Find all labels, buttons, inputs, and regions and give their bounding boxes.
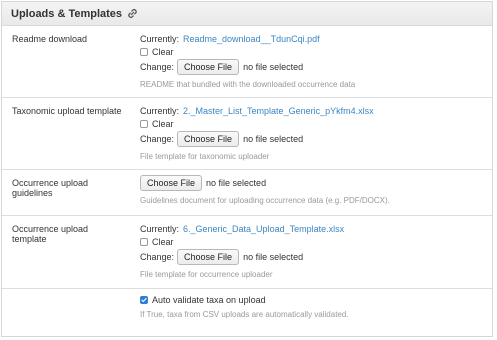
change-line: Change: Choose File no file selected [140,130,486,148]
change-label: Change: [140,62,175,72]
row-readme-download: Readme download Currently: Readme_downlo… [2,26,492,98]
currently-label: Currently: [140,33,180,44]
row-occurrence-upload-template: Occurrence upload template Currently: 6.… [2,216,492,289]
choose-file-button[interactable]: Choose File [177,59,240,75]
choose-file-button[interactable]: Choose File [177,249,240,265]
clear-line: Clear [140,45,486,58]
auto-validate-label: Auto validate taxa on upload [152,294,266,305]
uploads-templates-panel: Uploads & Templates Readme download Curr… [1,1,493,337]
change-label: Change: [140,252,175,262]
auto-validate-checkbox[interactable] [140,295,148,304]
help-text: If True, taxa from CSV uploads are autom… [140,310,349,319]
help-text: File template for occurrence uploader [140,270,273,279]
current-file-link[interactable]: 6._Generic_Data_Upload_Template.xlsx [183,224,344,234]
choose-file-button[interactable]: Choose File [177,131,240,147]
occurrence-template-field: Currently: 6._Generic_Data_Upload_Templa… [140,222,486,281]
currently-label: Currently: [140,105,180,116]
change-line: Change: Choose File no file selected [140,248,486,266]
clear-line: Clear [140,235,486,248]
clear-line: Clear [140,117,486,130]
help-text: Guidelines document for uploading occurr… [140,196,390,205]
no-file-text: no file selected [243,134,304,144]
help-text: File template for taxonomic uploader [140,152,270,161]
clear-checkbox[interactable] [140,47,148,56]
panel-title: Uploads & Templates [11,7,123,20]
auto-validate-line: Auto validate taxa on upload [140,293,486,306]
row-taxonomic-upload-template: Taxonomic upload template Currently: 2._… [2,98,492,170]
clear-label: Clear [152,46,174,57]
field-label: Occurrence upload guidelines [12,178,89,198]
field-label: Readme download [12,34,88,44]
no-file-text: no file selected [206,178,267,188]
readme-file-field: Currently: Readme_download__TdunCqi.pdf … [140,32,486,91]
row-occurrence-upload-guidelines: Occurrence upload guidelines Choose File… [2,170,492,216]
clear-label: Clear [152,236,174,247]
clear-checkbox[interactable] [140,237,148,246]
currently-line: Currently: 6._Generic_Data_Upload_Templa… [140,222,486,235]
no-file-text: no file selected [243,252,304,262]
occurrence-guidelines-field: Choose File no file selected Guidelines … [140,174,486,207]
row-auto-validate: Auto validate taxa on upload If True, ta… [2,289,492,325]
choose-file-button[interactable]: Choose File [140,175,203,191]
currently-line: Currently: 2._Master_List_Template_Gener… [140,104,486,117]
field-label: Occurrence upload template [12,224,89,244]
clear-label: Clear [152,118,174,129]
field-label: Taxonomic upload template [12,106,122,116]
currently-label: Currently: [140,223,180,234]
no-file-text: no file selected [243,62,304,72]
currently-line: Currently: Readme_download__TdunCqi.pdf [140,32,486,45]
taxonomic-template-field: Currently: 2._Master_List_Template_Gener… [140,104,486,163]
panel-header: Uploads & Templates [2,2,492,26]
help-text: README that bundled with the downloaded … [140,80,356,89]
auto-validate-field: Auto validate taxa on upload If True, ta… [140,293,486,321]
change-line: Choose File no file selected [140,174,486,192]
link-icon[interactable] [127,8,138,19]
current-file-link[interactable]: 2._Master_List_Template_Generic_pYkfm4.x… [183,106,374,116]
change-label: Change: [140,134,175,144]
current-file-link[interactable]: Readme_download__TdunCqi.pdf [183,34,320,44]
change-line: Change: Choose File no file selected [140,58,486,76]
clear-checkbox[interactable] [140,119,148,128]
checkmark-icon [141,297,147,302]
